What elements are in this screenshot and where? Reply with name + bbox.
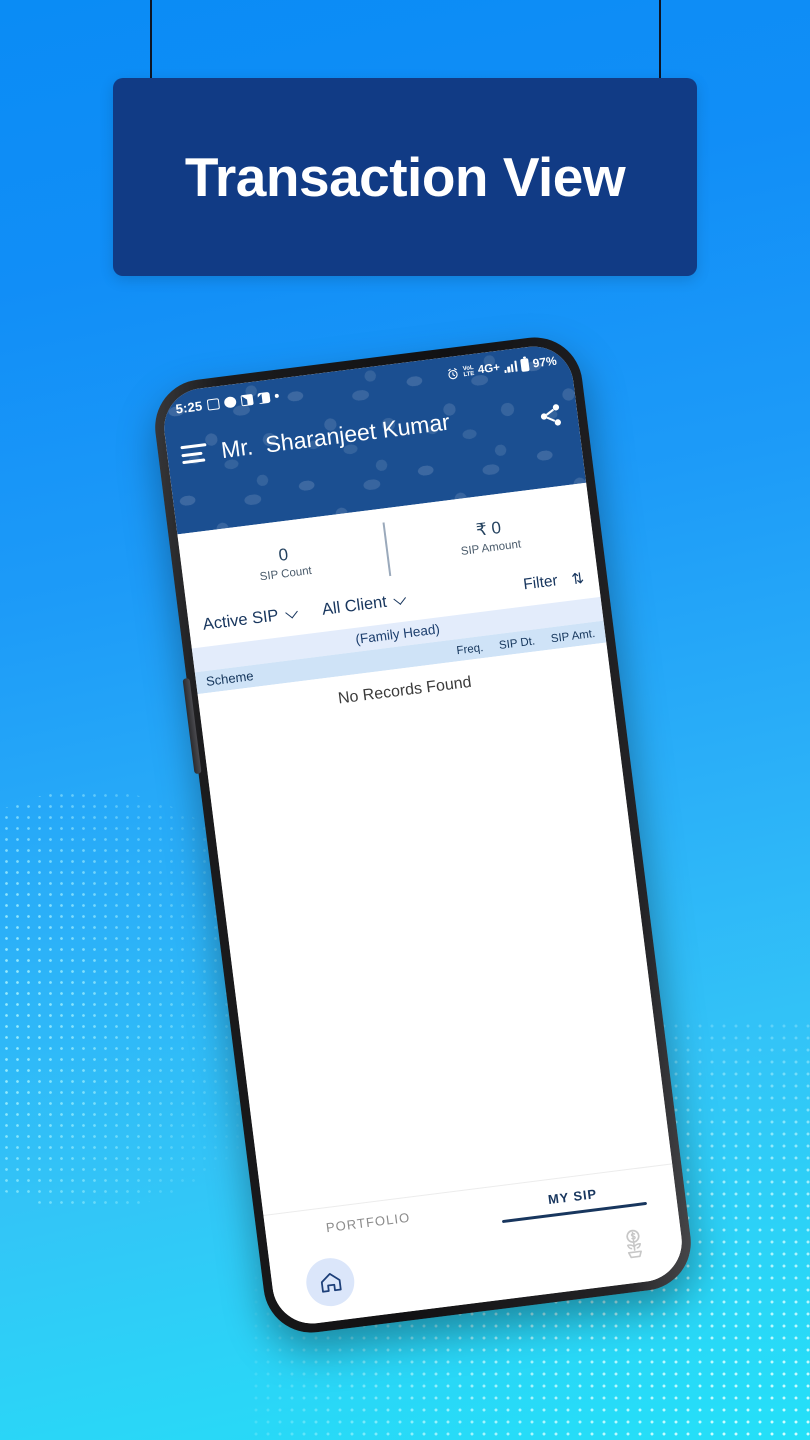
status-bar-right: VoL LTE 4G+ 97%	[445, 354, 557, 382]
banner-title: Transaction View	[184, 146, 626, 208]
banner-string-right	[659, 0, 661, 80]
phone-screen: 5:25 VoL LTE 4G+ 97% Mr. Sharanjeet Kuma…	[159, 341, 687, 1329]
share-icon[interactable]	[536, 401, 565, 430]
sort-arrows-icon[interactable]: ⇅	[570, 568, 585, 587]
feature-banner: Transaction View	[113, 78, 697, 276]
home-icon	[320, 1272, 342, 1293]
filter-button[interactable]: Filter	[522, 572, 558, 594]
client-dropdown-label: All Client	[320, 592, 388, 619]
page-root: Transaction View 5:25 VoL LTE 4G+ 97% Mr…	[0, 0, 810, 1440]
column-header-sip-amt: SIP Amt.	[550, 627, 596, 646]
money-plant-icon[interactable]	[618, 1227, 650, 1260]
network-type-label: 4G+	[477, 361, 501, 377]
alarm-clock-icon	[447, 367, 458, 379]
battery-percent-label: 97%	[531, 353, 558, 371]
column-header-sip-date: SIP Dt.	[498, 635, 536, 652]
stat-sip-amount: ₹ 0 SIP Amount	[386, 506, 594, 566]
volte-icon: VoL LTE	[462, 364, 475, 379]
banner-string-left	[150, 0, 152, 80]
hamburger-menu-icon[interactable]	[180, 443, 208, 465]
phone-mockup: 5:25 VoL LTE 4G+ 97% Mr. Sharanjeet Kuma…	[149, 331, 697, 1339]
status-time: 5:25	[174, 397, 204, 417]
chevron-down-icon	[393, 592, 407, 605]
message-icon	[206, 397, 220, 411]
battery-icon	[520, 357, 530, 372]
chat-bubble-icon	[223, 395, 237, 408]
chevron-down-icon	[285, 605, 298, 619]
phone-body: 5:25 VoL LTE 4G+ 97% Mr. Sharanjeet Kuma…	[149, 331, 697, 1339]
mail-icon	[240, 393, 254, 406]
status-bar-left: 5:25	[175, 388, 280, 416]
signal-bars-icon	[503, 360, 518, 373]
stat-sip-count: 0 SIP Count	[180, 532, 388, 592]
home-nav-button[interactable]	[303, 1255, 358, 1309]
records-list: No Records Found	[197, 642, 673, 1216]
dot-icon	[274, 393, 279, 399]
column-header-freq: Freq.	[455, 642, 485, 658]
sip-status-dropdown-label: Active SIP	[201, 606, 280, 634]
